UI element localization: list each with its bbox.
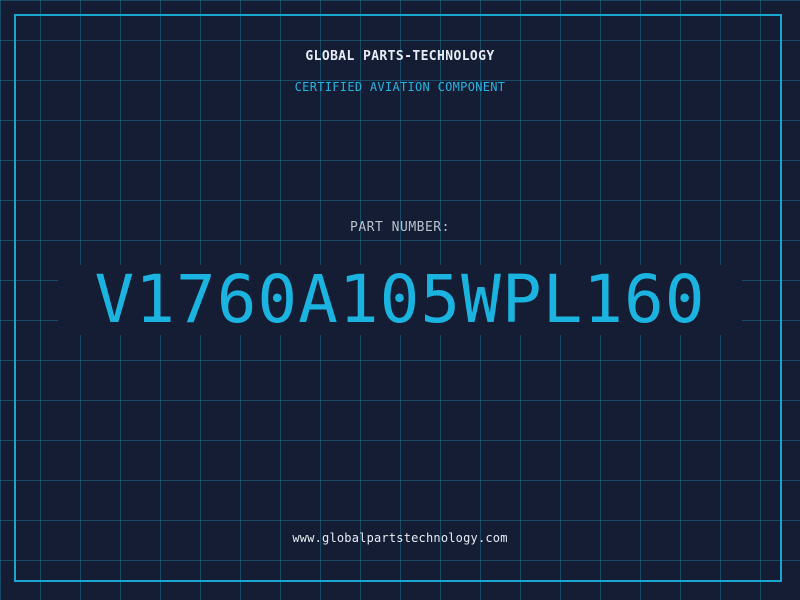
certificate-page: GLOBAL PARTS-TECHNOLOGY CERTIFIED AVIATI…: [0, 0, 800, 600]
company-name: GLOBAL PARTS-TECHNOLOGY: [305, 49, 495, 64]
certification-subtitle: CERTIFIED AVIATION COMPONENT: [294, 80, 506, 94]
website-url: www.globalpartstechnology.com: [292, 531, 508, 545]
part-number-label: PART NUMBER:: [350, 220, 450, 235]
part-number-value: V1760A105WPL160: [58, 265, 742, 335]
